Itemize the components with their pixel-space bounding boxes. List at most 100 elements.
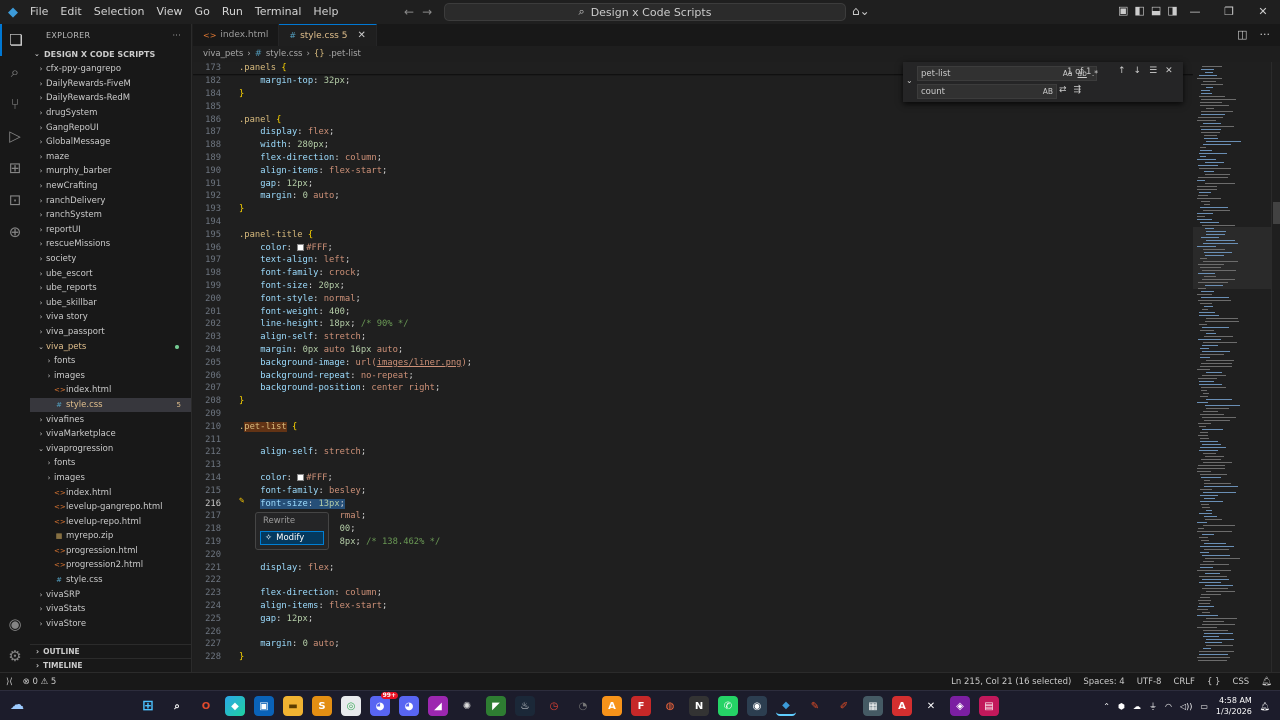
code-line[interactable]: 189 flex-direction: column; <box>193 152 1193 165</box>
replace-icon[interactable]: ⇄ <box>1059 85 1067 95</box>
code-line[interactable]: 227 margin: 0 auto; <box>193 638 1193 651</box>
remote-explorer-icon[interactable]: ⊡ <box>0 184 30 216</box>
opera-icon[interactable]: O <box>196 696 216 716</box>
tray-chevron-icon[interactable]: ⌃ <box>1103 702 1110 711</box>
workspace-folder[interactable]: ⌄ DESIGN X CODE SCRIPTS <box>30 46 191 62</box>
forward-arrow-icon[interactable]: → <box>422 5 432 19</box>
code-line[interactable]: 212 align-self: stretch; <box>193 446 1193 459</box>
tree-file[interactable]: <> progression.html <box>30 544 191 559</box>
source-control-icon[interactable]: ⑂ <box>0 88 30 120</box>
code-line[interactable]: 203 align-self: stretch; <box>193 331 1193 344</box>
tree-folder[interactable]: › vivafines <box>30 412 191 427</box>
app-pen2-icon[interactable]: ✐ <box>834 696 854 716</box>
tree-folder[interactable]: › fonts <box>30 456 191 471</box>
tab-index-html[interactable]: <> index.html <box>193 24 280 46</box>
remote-icon[interactable]: ⟩⟨ <box>6 677 13 687</box>
tree-folder[interactable]: › images <box>30 368 191 383</box>
app-a-icon[interactable]: A <box>602 696 622 716</box>
clock[interactable]: 4:58 AM 1/3/2026 <box>1216 695 1252 717</box>
tree-folder[interactable]: › ube_skillbar <box>30 296 191 311</box>
scrollbar-thumb[interactable] <box>1273 202 1280 224</box>
notion-icon[interactable]: N <box>689 696 709 716</box>
tree-file[interactable]: <> levelup-repo.html <box>30 514 191 529</box>
start-icon[interactable]: ⊞ <box>138 696 158 716</box>
code-line[interactable]: 215 font-family: besley; <box>193 484 1193 497</box>
code-line[interactable]: 188 width: 280px; <box>193 139 1193 152</box>
tree-folder[interactable]: › vivaStats <box>30 602 191 617</box>
code-line[interactable]: 225 gap: 12px; <box>193 612 1193 625</box>
tree-folder[interactable]: ⌄ viva_pets <box>30 339 191 354</box>
tree-folder[interactable]: › vivaStore <box>30 617 191 632</box>
breadcrumb-selector[interactable]: .pet-list <box>329 49 361 59</box>
tree-file[interactable]: <> index.html <box>30 485 191 500</box>
tree-folder[interactable]: › society <box>30 252 191 267</box>
extensions-icon[interactable]: ⊞ <box>0 152 30 184</box>
customize-layout-icon[interactable]: ▣ <box>1118 4 1128 17</box>
account-icon[interactable]: ◉ <box>0 608 30 640</box>
close-tab-icon[interactable]: ✕ <box>357 30 365 41</box>
tree-folder[interactable]: › maze <box>30 150 191 165</box>
chatgpt-icon[interactable]: ✺ <box>457 696 477 716</box>
tree-file[interactable]: <> progression2.html <box>30 558 191 573</box>
tree-folder[interactable]: › DailyRewards-FiveM <box>30 77 191 92</box>
code-line[interactable]: 224 align-items: flex-start; <box>193 600 1193 613</box>
lightbulb-icon[interactable]: ✎ <box>239 496 244 506</box>
battery-icon[interactable]: ▭ <box>1200 702 1208 711</box>
menu-view[interactable]: View <box>150 0 188 24</box>
explorer-icon[interactable]: ❏ <box>0 24 30 56</box>
modify-action[interactable]: ✧ Modify <box>260 531 324 545</box>
close-find-icon[interactable]: ✕ <box>1165 66 1173 76</box>
discord-ptb-icon[interactable]: ◕ 99+ <box>370 692 398 716</box>
code-line[interactable]: 187 display: flex; <box>193 126 1193 139</box>
minimize-icon[interactable]: — <box>1178 0 1212 24</box>
replace-input[interactable]: count AB <box>917 84 1057 99</box>
volume-icon[interactable]: ◁)) <box>1180 702 1192 711</box>
toggle-secondary-sidebar-icon[interactable]: ◨ <box>1167 4 1177 17</box>
code-line[interactable]: 223 flex-direction: column; <box>193 587 1193 600</box>
app-pen-icon[interactable]: ✎ <box>805 696 825 716</box>
code-line[interactable]: 221 display: flex; <box>193 561 1193 574</box>
tree-folder[interactable]: › murphy_barber <box>30 164 191 179</box>
more-actions-icon[interactable]: ··· <box>172 31 181 40</box>
code-line[interactable]: 190 align-items: flex-start; <box>193 164 1193 177</box>
timeline-section[interactable]: › TIMELINE <box>30 658 191 672</box>
tree-folder[interactable]: › drugSystem <box>30 106 191 121</box>
tree-folder[interactable]: › fonts <box>30 354 191 369</box>
search-icon[interactable]: ⌕ <box>0 56 30 88</box>
code-line[interactable]: 198 font-family: crock; <box>193 267 1193 280</box>
tree-folder[interactable]: › cfx-ppy-gangrepo <box>30 62 191 77</box>
copilot-icon[interactable]: ◆ <box>225 696 245 716</box>
tree-file[interactable]: <> index.html <box>30 383 191 398</box>
sublime-icon[interactable]: S <box>312 696 332 716</box>
tree-folder[interactable]: › vivaSRP <box>30 587 191 602</box>
outline-section[interactable]: › OUTLINE <box>30 644 191 658</box>
notifications-icon[interactable]: 🔔︎ <box>1261 677 1272 687</box>
app-green-icon[interactable]: ◉ <box>747 696 767 716</box>
more-actions-icon[interactable]: ··· <box>1260 28 1271 41</box>
regex-toggle[interactable]: .* <box>1092 69 1098 78</box>
search-icon[interactable]: ⌕ <box>167 696 187 716</box>
split-editor-icon[interactable]: ◫ <box>1237 28 1247 41</box>
toggle-replace-icon[interactable]: ⌄ <box>906 76 913 85</box>
close-icon[interactable]: ✕ <box>1246 0 1280 24</box>
braces-icon[interactable]: { } <box>1207 677 1221 687</box>
tree-folder[interactable]: › newCrafting <box>30 179 191 194</box>
menu-terminal[interactable]: Terminal <box>249 0 308 24</box>
breadcrumb-file[interactable]: style.css <box>266 49 303 59</box>
app-icon[interactable]: ◢ <box>428 696 448 716</box>
replace-all-icon[interactable]: ⇶ <box>1074 85 1082 95</box>
menu-help[interactable]: Help <box>307 0 344 24</box>
sheets-icon[interactable]: ◤ <box>486 696 506 716</box>
app-game-icon[interactable]: ◈ <box>950 696 970 716</box>
indentation[interactable]: Spaces: 4 <box>1083 677 1124 687</box>
tree-folder[interactable]: › ranchDelivery <box>30 193 191 208</box>
previous-match-icon[interactable]: ↑ <box>1118 66 1126 76</box>
encoding[interactable]: UTF-8 <box>1137 677 1162 687</box>
cursor-position[interactable]: Ln 215, Col 21 (16 selected) <box>951 677 1071 687</box>
code-line[interactable]: 201 font-weight: 400; <box>193 305 1193 318</box>
store-icon[interactable]: ▣ <box>254 696 274 716</box>
app-media-icon[interactable]: ▤ <box>979 696 999 716</box>
tree-file[interactable]: <> levelup-gangrepo.html <box>30 500 191 515</box>
tree-file[interactable]: ▦ myrepo.zip <box>30 529 191 544</box>
tree-folder[interactable]: ⌄ vivaprogression <box>30 441 191 456</box>
